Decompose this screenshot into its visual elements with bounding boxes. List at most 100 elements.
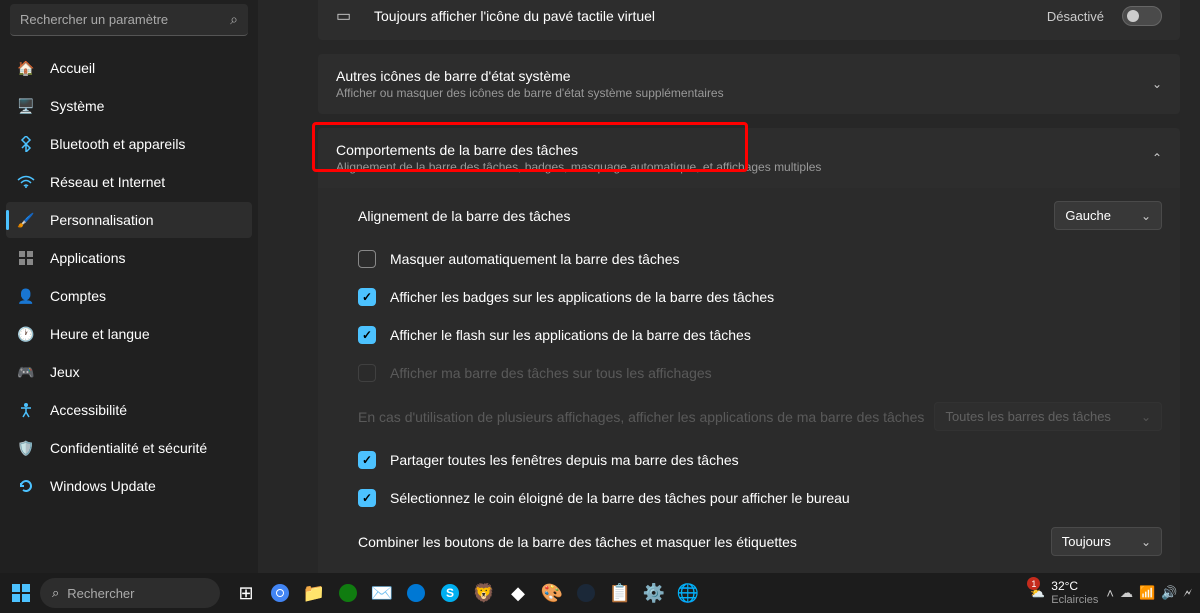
- wifi-tray-icon[interactable]: 📶: [1139, 585, 1155, 601]
- setting-label: Afficher les badges sur les applications…: [390, 289, 1162, 305]
- checkbox-checked[interactable]: [358, 326, 376, 344]
- setting-title: Comportements de la barre des tâches: [336, 142, 1152, 158]
- setting-multi-display-apps: En cas d'utilisation de plusieurs affich…: [318, 392, 1180, 441]
- setting-label: Partager toutes les fenêtres depuis ma b…: [390, 452, 1162, 468]
- nav-system[interactable]: 🖥️Système: [6, 88, 252, 124]
- setting-taskbar-behaviors[interactable]: Comportements de la barre des tâches Ali…: [318, 128, 1180, 188]
- settings-app-icon[interactable]: ⚙️: [638, 577, 670, 609]
- setting-subtitle: Afficher ou masquer des icônes de barre …: [336, 86, 1152, 100]
- search-icon: ⌕: [230, 11, 238, 28]
- steam-icon[interactable]: [570, 577, 602, 609]
- nav-label: Heure et langue: [50, 326, 150, 342]
- setting-label: Masquer automatiquement la barre des tâc…: [390, 251, 1162, 267]
- person-icon: 👤: [16, 286, 36, 306]
- task-view-icon[interactable]: ⊞: [230, 577, 262, 609]
- skype-icon[interactable]: S: [434, 577, 466, 609]
- checkbox-checked[interactable]: [358, 288, 376, 306]
- nav-label: Comptes: [50, 288, 106, 304]
- setting-taskbar-alignment: Alignement de la barre des tâches Gauche…: [318, 191, 1180, 240]
- accessibility-icon: [16, 400, 36, 420]
- start-button[interactable]: [8, 580, 34, 606]
- onedrive-icon[interactable]: ☁: [1120, 585, 1133, 601]
- dropdown-value: Toujours: [1062, 534, 1111, 549]
- weather-icon: ⛅: [1030, 586, 1045, 600]
- taskbar-search[interactable]: ⌕ Rechercher: [40, 578, 220, 608]
- copilot-icon[interactable]: 🎨: [536, 577, 568, 609]
- setting-virtual-touchpad[interactable]: ▭ Toujours afficher l'icône du pavé tact…: [318, 0, 1180, 40]
- nav-gaming[interactable]: 🎮 Jeux: [6, 354, 252, 390]
- settings-search-input[interactable]: [20, 12, 230, 27]
- update-icon: [16, 476, 36, 496]
- checkbox-disabled: [358, 364, 376, 382]
- edge-icon[interactable]: [400, 577, 432, 609]
- bluetooth-icon: [16, 134, 36, 154]
- brave-icon[interactable]: 🦁: [468, 577, 500, 609]
- apps-icon: [16, 248, 36, 268]
- shield-icon: 🛡️: [16, 438, 36, 458]
- nav-label: Applications: [50, 250, 126, 266]
- app-icon-2[interactable]: 📋: [604, 577, 636, 609]
- alignment-dropdown[interactable]: Gauche ⌄: [1054, 201, 1162, 230]
- weather-widget[interactable]: ⛅ 32°C Eclaircies: [1030, 580, 1098, 605]
- windows-logo-icon: [12, 584, 30, 602]
- checkbox-checked[interactable]: [358, 489, 376, 507]
- svg-text:S: S: [446, 586, 454, 600]
- wifi-icon: [16, 172, 36, 192]
- setting-auto-hide[interactable]: Masquer automatiquement la barre des tâc…: [318, 240, 1180, 278]
- nav-label: Personnalisation: [50, 212, 154, 228]
- nav-accounts[interactable]: 👤 Comptes: [6, 278, 252, 314]
- nav-network[interactable]: Réseau et Internet: [6, 164, 252, 200]
- app-icon-3[interactable]: 🌐: [672, 577, 704, 609]
- chevron-down-icon: ⌄: [1141, 410, 1151, 424]
- home-icon: 🏠: [16, 58, 36, 78]
- nav-privacy[interactable]: 🛡️Confidentialité et sécurité: [6, 430, 252, 466]
- nav-label: Réseau et Internet: [50, 174, 165, 190]
- multi-display-dropdown: Toutes les barres des tâches ⌄: [934, 402, 1162, 431]
- setting-label: Combiner les boutons de la barre des tâc…: [358, 534, 1051, 550]
- mail-icon[interactable]: ✉️: [366, 577, 398, 609]
- search-placeholder: Rechercher: [67, 586, 134, 601]
- chrome-icon[interactable]: [264, 577, 296, 609]
- brush-icon: 🖌️: [16, 210, 36, 230]
- setting-combine-buttons-other: Combiner les boutons de la barre des tâc…: [318, 566, 1180, 573]
- nav-time-language[interactable]: 🕐Heure et langue: [6, 316, 252, 352]
- tray-chevron-up-icon[interactable]: ˄: [1106, 586, 1114, 601]
- nav-update[interactable]: Windows Update: [6, 468, 252, 504]
- explorer-icon[interactable]: 📁: [298, 577, 330, 609]
- settings-content: ▭ Toujours afficher l'icône du pavé tact…: [258, 0, 1200, 573]
- nav-bluetooth[interactable]: Bluetooth et appareils: [6, 126, 252, 162]
- setting-subtitle: Alignement de la barre des tâches, badge…: [336, 160, 1152, 174]
- nav-label: Bluetooth et appareils: [50, 136, 185, 152]
- chevron-down-icon: ⌄: [1152, 77, 1162, 91]
- nav-accessibility[interactable]: Accessibilité: [6, 392, 252, 428]
- search-icon: ⌕: [52, 585, 59, 601]
- nav-home[interactable]: 🏠Accueil: [6, 50, 252, 86]
- setting-share-windows[interactable]: Partager toutes les fenêtres depuis ma b…: [318, 441, 1180, 479]
- nav-apps[interactable]: Applications: [6, 240, 252, 276]
- setting-show-badges[interactable]: Afficher les badges sur les applications…: [318, 278, 1180, 316]
- checkbox-unchecked[interactable]: [358, 250, 376, 268]
- combine-dropdown[interactable]: Toujours ⌄: [1051, 527, 1162, 556]
- setting-label: Afficher le flash sur les applications d…: [390, 327, 1162, 343]
- setting-show-flash[interactable]: Afficher le flash sur les applications d…: [318, 316, 1180, 354]
- setting-other-system-icons[interactable]: Autres icônes de barre d'état système Af…: [318, 54, 1180, 114]
- battery-tray-icon[interactable]: 🗲: [1183, 585, 1192, 601]
- volume-tray-icon[interactable]: 🔊: [1161, 585, 1177, 601]
- nav-personalization[interactable]: 🖌️ Personnalisation: [6, 202, 252, 238]
- touchpad-icon: ▭: [336, 6, 356, 26]
- app-icon[interactable]: ◆: [502, 577, 534, 609]
- dropdown-value: Toutes les barres des tâches: [945, 409, 1110, 424]
- weather-desc: Eclaircies: [1051, 594, 1098, 606]
- nav-label: Accessibilité: [50, 402, 127, 418]
- xbox-icon[interactable]: [332, 577, 364, 609]
- gamepad-icon: 🎮: [16, 362, 36, 382]
- settings-search-box[interactable]: ⌕: [10, 4, 248, 36]
- checkbox-checked[interactable]: [358, 451, 376, 469]
- setting-far-corner-desktop[interactable]: Sélectionnez le coin éloigné de la barre…: [318, 479, 1180, 517]
- toggle-switch[interactable]: [1122, 6, 1162, 26]
- windows-taskbar: ⌕ Rechercher ⊞ 📁 ✉️ S 🦁 ◆ 🎨 📋 ⚙️ 🌐 ⛅ 32°…: [0, 573, 1200, 613]
- nav-label: Windows Update: [50, 478, 156, 494]
- nav-label: Jeux: [50, 364, 80, 380]
- nav-label: Système: [50, 98, 104, 114]
- taskbar-system-tray: ⛅ 32°C Eclaircies ˄ ☁ 📶 🔊 🗲: [1030, 580, 1192, 605]
